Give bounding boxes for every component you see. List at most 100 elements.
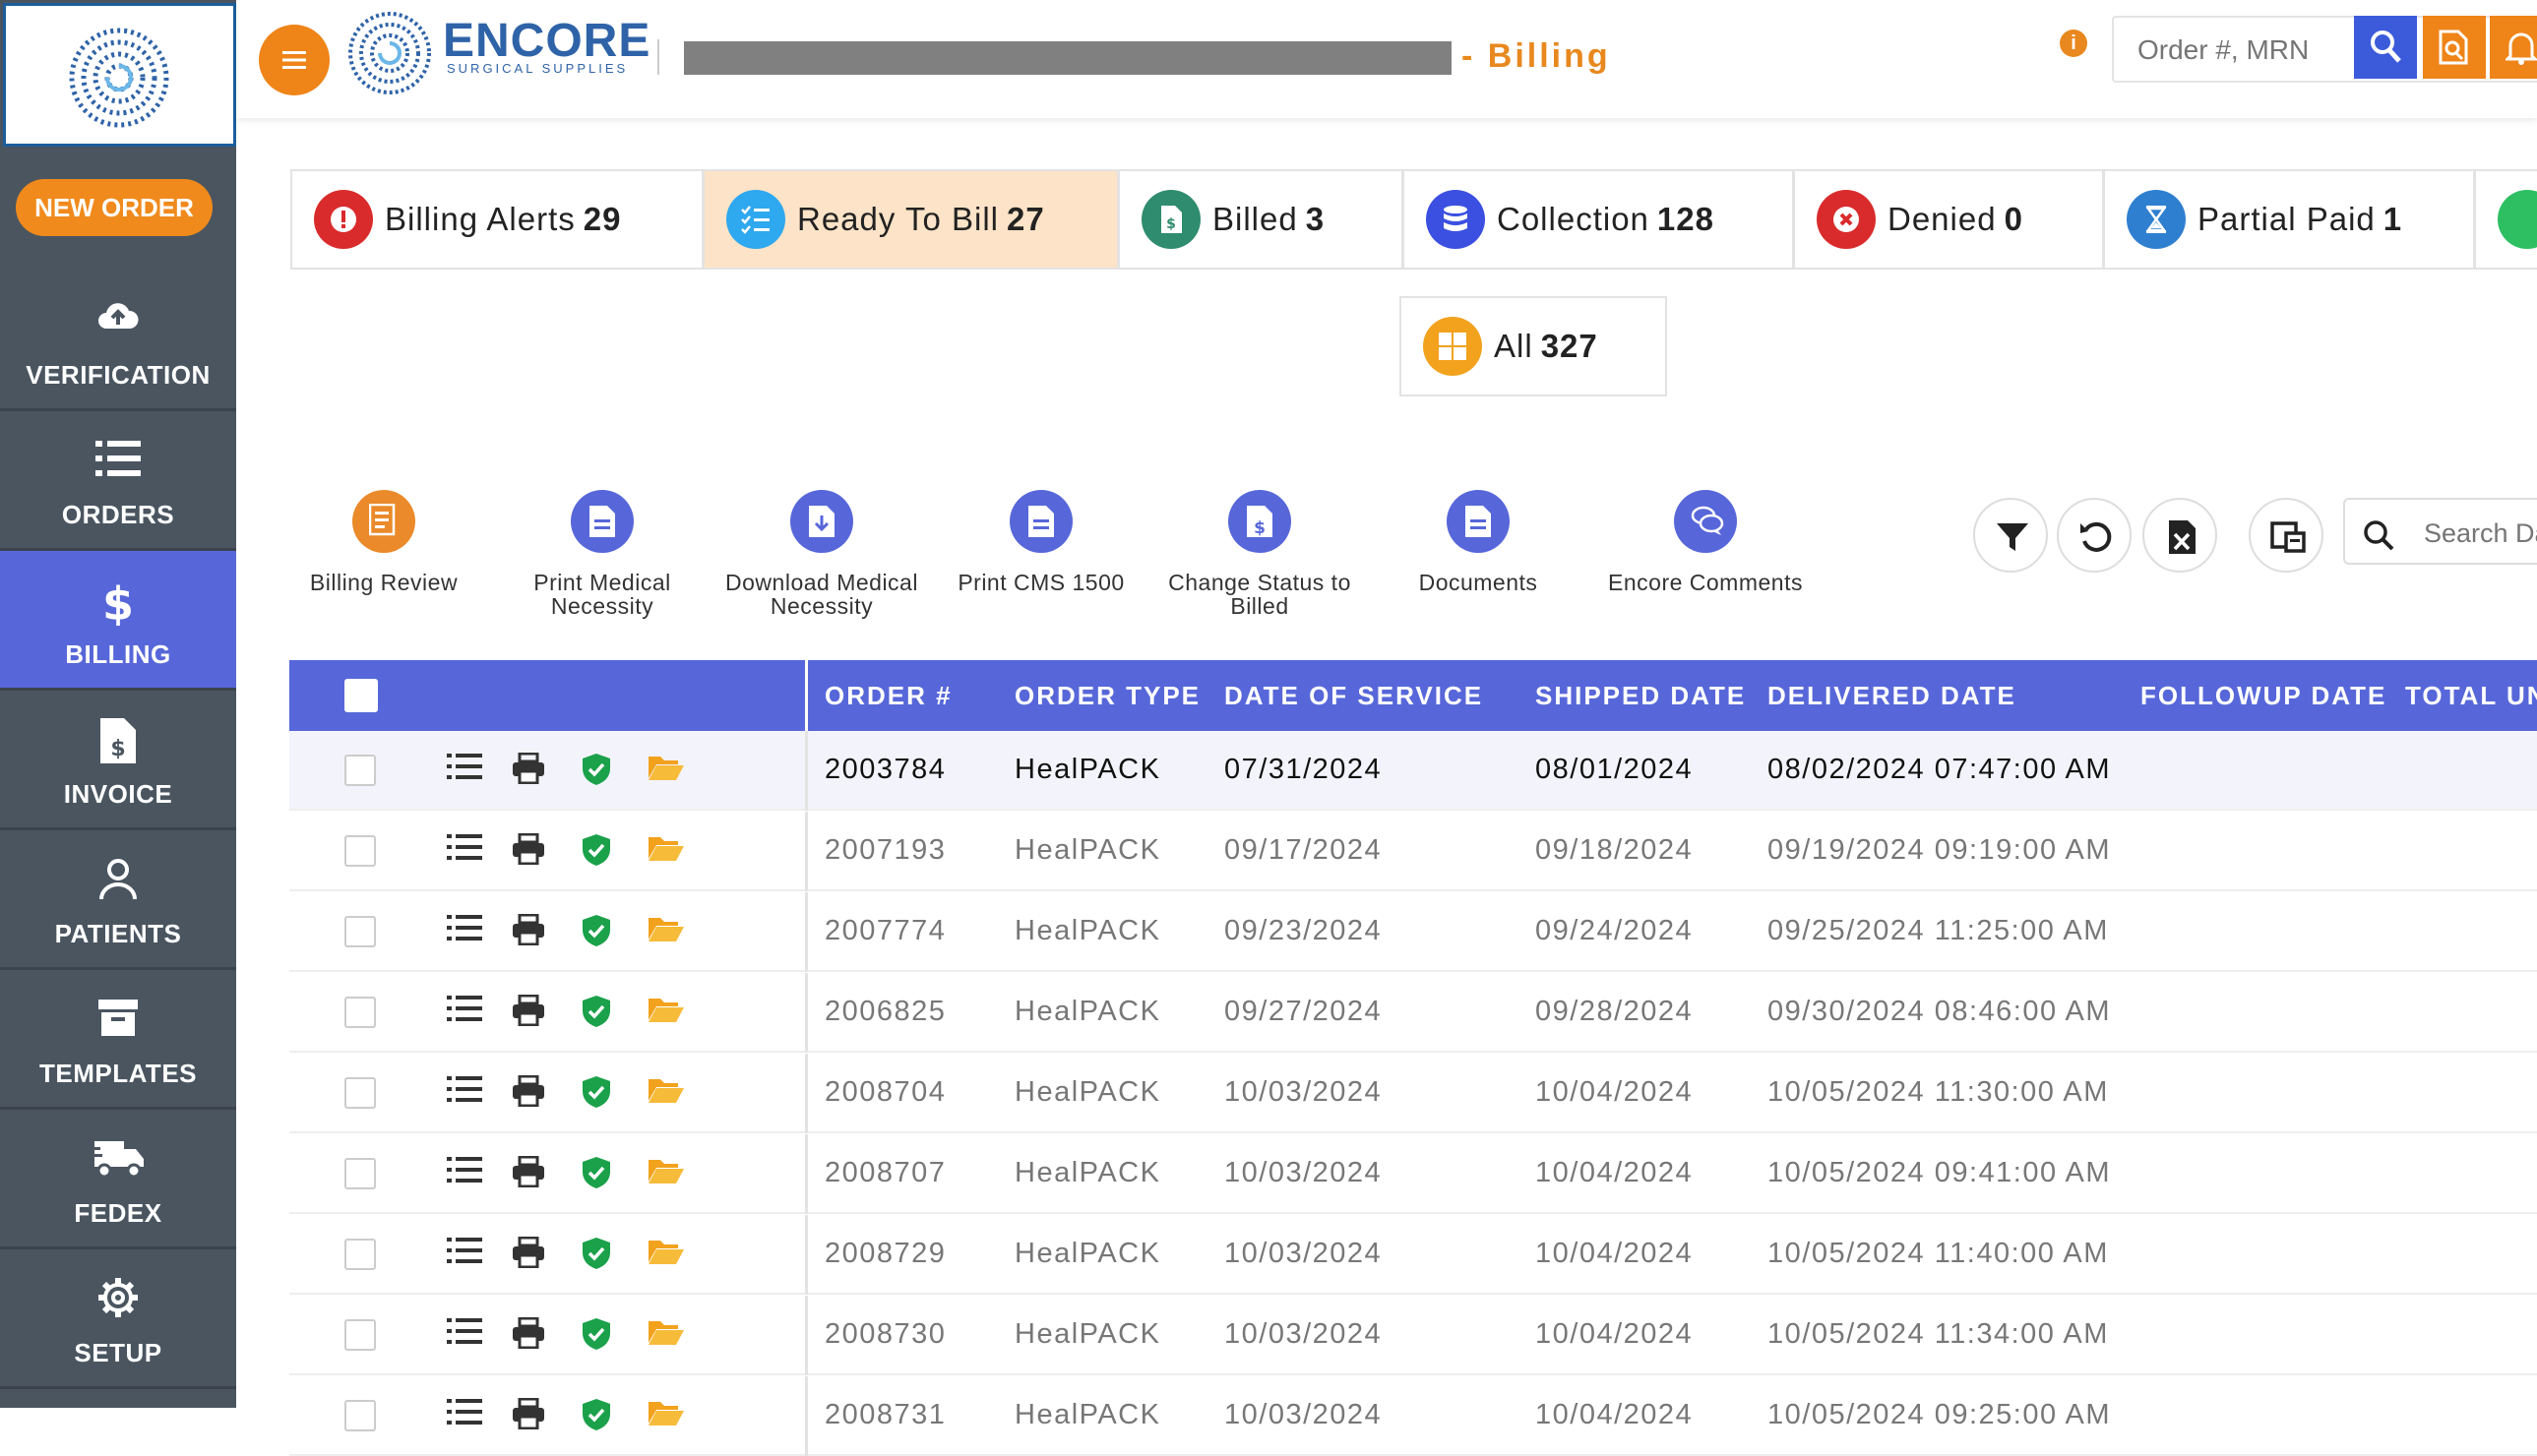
cell-order-number[interactable]: 2008704 [825,1076,946,1109]
verified-shield-icon[interactable] [581,1398,612,1436]
verified-shield-icon[interactable] [581,833,612,872]
sidebar-item-fedex[interactable]: FEDEX [0,1110,236,1249]
billing-review-button[interactable]: Billing Review [285,490,482,594]
cell-order-number[interactable]: 2008730 [825,1318,946,1351]
folder-open-icon[interactable] [648,1075,685,1110]
print-cms-1500-button[interactable]: Print CMS 1500 [943,490,1140,594]
details-list-icon[interactable] [447,995,482,1027]
new-order-button[interactable]: NEW ORDER [16,179,213,236]
column-chooser-button[interactable] [2249,498,2323,573]
cell-order-number[interactable]: 2008707 [825,1157,946,1189]
tab-billed[interactable]: $ Billed 3 [1118,169,1403,270]
filter-button[interactable] [1973,498,2048,573]
row-checkbox[interactable] [344,835,376,867]
print-icon[interactable] [512,1316,545,1354]
verified-shield-icon[interactable] [581,1237,612,1275]
order-search-input[interactable] [2135,30,2366,71]
column-header-followup-date[interactable]: FOLLOWUP DATE [2140,681,2386,711]
tab-billing-alerts[interactable]: Billing Alerts 29 [290,169,704,270]
tab-denied[interactable]: Denied 0 [1793,169,2104,270]
table-row[interactable]: 2006825 HealPACK 09/27/2024 09/28/2024 0… [289,973,2537,1053]
documents-button[interactable]: Documents [1380,490,1577,594]
print-icon[interactable] [512,832,545,870]
verified-shield-icon[interactable] [581,753,612,791]
sidebar-item-billing[interactable]: $ BILLING [0,551,236,691]
column-header-total-units[interactable]: TOTAL UNITS [2405,681,2537,711]
column-header-order-type[interactable]: ORDER TYPE [1015,681,1201,711]
column-header-delivered-date[interactable]: DELIVERED DATE [1767,681,2016,711]
row-checkbox[interactable] [344,1158,376,1189]
tab-all[interactable]: All 327 [1399,296,1667,396]
info-icon[interactable]: i [2060,30,2087,57]
folder-open-icon[interactable] [648,1237,685,1271]
row-checkbox[interactable] [344,1400,376,1431]
row-checkbox[interactable] [344,1077,376,1109]
select-all-checkbox[interactable] [344,679,378,712]
table-row[interactable]: 2008731 HealPACK 10/03/2024 10/04/2024 1… [289,1376,2537,1456]
print-icon[interactable] [512,1155,545,1192]
sidebar-item-verification[interactable]: VERIFICATION [0,272,236,411]
row-checkbox[interactable] [344,755,376,786]
print-icon[interactable] [512,913,545,950]
folder-open-icon[interactable] [648,833,685,868]
folder-open-icon[interactable] [648,1317,685,1352]
search-button[interactable] [2354,16,2417,79]
print-icon[interactable] [512,994,545,1031]
print-icon[interactable] [512,1074,545,1112]
print-icon[interactable] [512,752,545,789]
details-list-icon[interactable] [447,833,482,866]
tab-ready-to-bill[interactable]: Ready To Bill 27 [703,169,1119,270]
verified-shield-icon[interactable] [581,914,612,952]
print-icon[interactable] [512,1397,545,1434]
cell-order-number[interactable]: 2008729 [825,1238,946,1270]
tab-partial-paid[interactable]: Partial Paid 1 [2103,169,2475,270]
details-list-icon[interactable] [447,1398,482,1430]
verified-shield-icon[interactable] [581,1075,612,1114]
column-header-date-of-service[interactable]: DATE OF SERVICE [1224,681,1483,711]
verified-shield-icon[interactable] [581,995,612,1033]
table-row[interactable]: 2003784 HealPACK 07/31/2024 08/01/2024 0… [289,731,2537,811]
row-checkbox[interactable] [344,916,376,947]
change-status-to-billed-button[interactable]: $ Change Status to Billed [1161,490,1358,618]
table-row[interactable]: 2007193 HealPACK 09/17/2024 09/18/2024 0… [289,812,2537,891]
column-header-shipped-date[interactable]: SHIPPED DATE [1535,681,1746,711]
tab-overflow[interactable] [2474,169,2537,270]
row-checkbox[interactable] [344,1319,376,1351]
encore-comments-button[interactable]: Encore Comments [1607,490,1804,594]
download-medical-necessity-button[interactable]: Download Medical Necessity [723,490,920,618]
cell-order-number[interactable]: 2008731 [825,1399,946,1431]
reset-button[interactable] [2057,498,2132,573]
tab-collection[interactable]: Collection 128 [1402,169,1794,270]
sidebar-item-patients[interactable]: PATIENTS [0,830,236,970]
folder-open-icon[interactable] [648,1398,685,1432]
print-icon[interactable] [512,1236,545,1273]
row-checkbox[interactable] [344,1239,376,1270]
menu-toggle-button[interactable] [259,25,330,95]
cell-order-number[interactable]: 2007193 [825,834,946,867]
sidebar-item-templates[interactable]: TEMPLATES [0,970,236,1110]
details-list-icon[interactable] [447,1237,482,1269]
sidebar-item-invoice[interactable]: $ INVOICE [0,691,236,830]
table-row[interactable]: 2008707 HealPACK 10/03/2024 10/04/2024 1… [289,1134,2537,1214]
details-list-icon[interactable] [447,753,482,785]
details-list-icon[interactable] [447,1075,482,1108]
notifications-button[interactable] [2490,16,2537,79]
sidebar-item-orders[interactable]: ORDERS [0,411,236,551]
table-search-input[interactable] [2422,514,2537,553]
sidebar-logo[interactable] [3,3,236,147]
folder-open-icon[interactable] [648,995,685,1029]
cell-order-number[interactable]: 2006825 [825,996,946,1028]
folder-open-icon[interactable] [648,1156,685,1190]
folder-open-icon[interactable] [648,914,685,948]
document-search-button[interactable] [2423,16,2486,79]
details-list-icon[interactable] [447,914,482,946]
table-row[interactable]: 2008704 HealPACK 10/03/2024 10/04/2024 1… [289,1054,2537,1133]
details-list-icon[interactable] [447,1317,482,1350]
table-row[interactable]: 2008730 HealPACK 10/03/2024 10/04/2024 1… [289,1296,2537,1375]
cell-order-number[interactable]: 2007774 [825,915,946,947]
row-checkbox[interactable] [344,997,376,1028]
cell-order-number[interactable]: 2003784 [825,754,946,786]
print-medical-necessity-button[interactable]: Print Medical Necessity [504,490,701,618]
verified-shield-icon[interactable] [581,1317,612,1356]
folder-open-icon[interactable] [648,753,685,787]
